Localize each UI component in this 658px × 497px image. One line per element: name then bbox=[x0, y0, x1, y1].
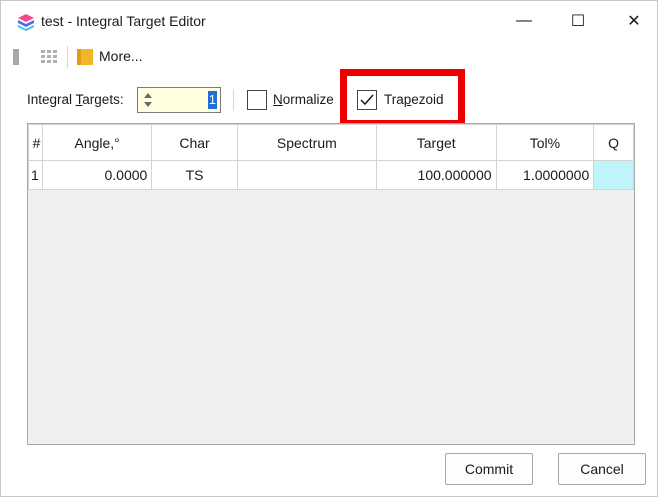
cancel-button[interactable]: Cancel bbox=[558, 453, 646, 485]
maximize-button[interactable]: ☐ bbox=[555, 1, 601, 41]
integral-targets-grid[interactable]: # Angle,° Char Spectrum Target Tol% Q 1 … bbox=[27, 123, 635, 445]
cell-spectrum[interactable] bbox=[236, 160, 377, 190]
column-header-angle[interactable]: Angle,° bbox=[41, 124, 153, 161]
column-header-tol[interactable]: Tol% bbox=[495, 124, 595, 161]
cell-char[interactable]: TS bbox=[151, 160, 238, 190]
close-button[interactable]: ✕ bbox=[611, 1, 657, 41]
normalize-label[interactable]: Normalize bbox=[273, 92, 334, 107]
folder-icon[interactable] bbox=[76, 48, 94, 66]
toolbar-separator bbox=[67, 46, 68, 68]
integral-target-editor-window: test - Integral Target Editor — ☐ ✕ More… bbox=[0, 0, 658, 497]
table-row[interactable]: 1 0.0000 TS 100.000000 1.0000000 bbox=[28, 160, 634, 190]
toolbar: More... bbox=[1, 41, 657, 73]
trapezoid-highlight-box bbox=[340, 69, 465, 127]
cell-angle[interactable]: 0.0000 bbox=[41, 160, 153, 190]
cell-num[interactable]: 1 bbox=[28, 160, 43, 190]
column-header-spectrum[interactable]: Spectrum bbox=[236, 124, 377, 161]
title-bar[interactable]: test - Integral Target Editor — ☐ ✕ bbox=[1, 1, 657, 41]
commit-button[interactable]: Commit bbox=[445, 453, 533, 485]
cell-tol[interactable]: 1.0000000 bbox=[495, 160, 595, 190]
column-header-char[interactable]: Char bbox=[151, 124, 238, 161]
grid-view-icon[interactable] bbox=[41, 50, 59, 64]
spin-arrows-icon[interactable] bbox=[140, 90, 156, 110]
cell-q[interactable] bbox=[593, 160, 634, 190]
app-logo-icon bbox=[18, 14, 34, 31]
cell-target[interactable]: 100.000000 bbox=[375, 160, 497, 190]
integral-targets-label: Integral Targets: bbox=[27, 92, 124, 107]
more-menu-button[interactable]: More... bbox=[99, 48, 143, 64]
column-header-num[interactable]: # bbox=[28, 124, 43, 161]
maximize-icon: ☐ bbox=[570, 13, 586, 30]
window-title: test - Integral Target Editor bbox=[41, 13, 206, 29]
column-header-q[interactable]: Q bbox=[593, 124, 634, 161]
targets-table: # Angle,° Char Spectrum Target Tol% Q 1 … bbox=[28, 124, 634, 190]
close-icon: ✕ bbox=[627, 13, 641, 30]
integral-targets-spinbox[interactable]: 1 bbox=[137, 87, 221, 113]
options-separator bbox=[233, 89, 234, 111]
integral-targets-value[interactable]: 1 bbox=[207, 91, 217, 109]
toolbar-grip-handle[interactable] bbox=[13, 49, 19, 65]
column-header-target[interactable]: Target bbox=[375, 124, 497, 161]
minimize-button[interactable]: — bbox=[501, 1, 547, 41]
table-header-row: # Angle,° Char Spectrum Target Tol% Q bbox=[28, 124, 634, 161]
normalize-checkbox[interactable] bbox=[247, 90, 267, 110]
minimize-icon: — bbox=[516, 12, 532, 29]
